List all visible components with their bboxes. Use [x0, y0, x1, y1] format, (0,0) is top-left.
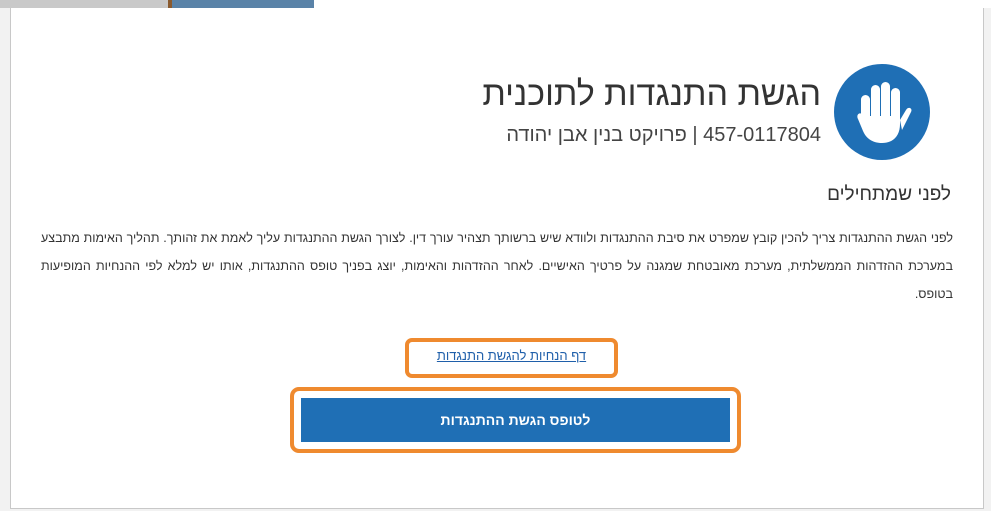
- plan-subtitle: 457-0117804 | פרויקט בנין אבן יהודה: [506, 124, 821, 146]
- intro-paragraph: לפני הגשת ההתנגדות צריך להכין קובץ שמפרט…: [41, 231, 953, 301]
- objection-form-button[interactable]: לטופס הגשת ההתנגדות: [301, 398, 730, 442]
- objection-panel: הגשת התנגדות לתוכנית 457-0117804 | פרויק…: [10, 8, 984, 509]
- page-title: הגשת התנגדות לתוכנית: [482, 75, 821, 113]
- guide-link-highlight: דף הנחיות להגשת התנגדות: [405, 338, 618, 378]
- top-strip-segment: [172, 0, 314, 8]
- submit-button-highlight: לטופס הגשת ההתנגדות: [290, 387, 741, 453]
- hand-stop-icon: [834, 64, 930, 160]
- section-heading: לפני שמתחילים: [827, 184, 951, 205]
- guide-link[interactable]: דף הנחיות להגשת התנגדות: [409, 348, 614, 363]
- top-strip-segment: [0, 0, 168, 8]
- top-strip: [0, 0, 991, 8]
